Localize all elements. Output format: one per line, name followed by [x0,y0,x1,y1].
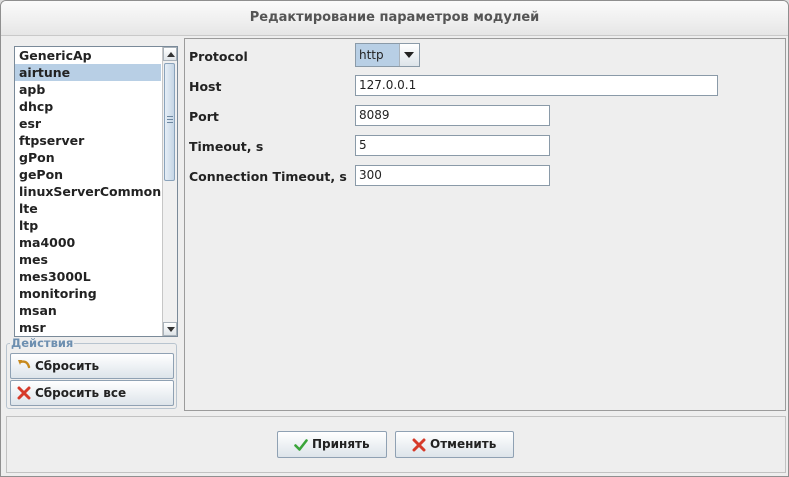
actions-group: Действия Сбросить Сбросить все [6,337,177,409]
cancel-button[interactable]: Отменить [395,431,514,458]
protocol-value: http [356,44,399,66]
module-list-item[interactable]: ma4000 [15,234,161,251]
timeout-label: Timeout, s [189,139,264,154]
modules-scrollbar[interactable] [162,47,177,336]
scroll-up-button[interactable] [163,47,177,61]
module-list-item[interactable]: GenericAp [15,47,161,64]
red-x-icon [17,386,31,400]
module-list-item[interactable]: airtune [15,64,161,81]
module-list-item[interactable]: monitoring [15,285,161,302]
protocol-label: Protocol [189,49,248,64]
chevron-down-icon [404,52,414,58]
cancel-label: Отменить [430,437,497,451]
module-list-item[interactable]: ltp [15,217,161,234]
timeout-input[interactable]: 5 [355,135,550,156]
module-list-item[interactable]: mes3000L [15,268,161,285]
connection-timeout-label: Connection Timeout, s [189,169,347,184]
module-list-item[interactable]: gePon [15,166,161,183]
module-list-item[interactable]: ftpserver [15,132,161,149]
module-list-item[interactable]: linuxServerCommon [15,183,161,200]
grip-icon [167,116,173,124]
module-list-item[interactable]: dhcp [15,98,161,115]
port-label: Port [189,109,219,124]
module-list-item[interactable]: esr [15,115,161,132]
arrow-up-icon [167,52,175,57]
modules-list-box[interactable]: GenericAp airtune apb dhcp esr ftpserver gPon g… [14,46,178,337]
module-settings-panel: Protocol http Host 127.0.0.1 Port 8089 T… [184,38,786,411]
reset-button[interactable]: Сбросить [10,353,174,379]
accept-label: Принять [312,437,370,451]
host-label: Host [189,79,222,94]
host-input[interactable]: 127.0.0.1 [355,75,718,96]
module-list-item[interactable]: mes [15,251,161,268]
module-list-item[interactable]: apb [15,81,161,98]
dialog-title: Редактирование параметров модулей [1,1,788,36]
undo-arrow-icon [18,360,31,369]
scroll-thumb[interactable] [164,63,175,181]
connection-timeout-input[interactable]: 300 [355,165,550,186]
arrow-down-icon [167,327,175,332]
port-input[interactable]: 8089 [355,105,550,126]
module-list-item[interactable]: msr [15,319,161,336]
protocol-dropdown-button[interactable] [399,44,419,66]
red-x-icon [412,438,426,452]
reset-label: Сбросить [35,359,100,373]
modules-list[interactable]: GenericAp airtune apb dhcp esr ftpserver gPon g… [15,47,161,336]
reset-all-button[interactable]: Сбросить все [10,380,174,406]
reset-all-label: Сбросить все [35,386,127,400]
accept-button[interactable]: Принять [277,431,387,458]
module-list-item[interactable]: lte [15,200,161,217]
protocol-select[interactable]: http [355,43,420,67]
green-check-icon [294,439,308,451]
module-list-item[interactable]: gPon [15,149,161,166]
module-settings-dialog: Редактирование параметров модулей Generi… [0,0,789,477]
dialog-button-bar: Принять Отменить [6,416,786,473]
actions-legend: Действия [10,336,75,350]
module-list-item[interactable]: msan [15,302,161,319]
scroll-down-button[interactable] [163,322,177,336]
